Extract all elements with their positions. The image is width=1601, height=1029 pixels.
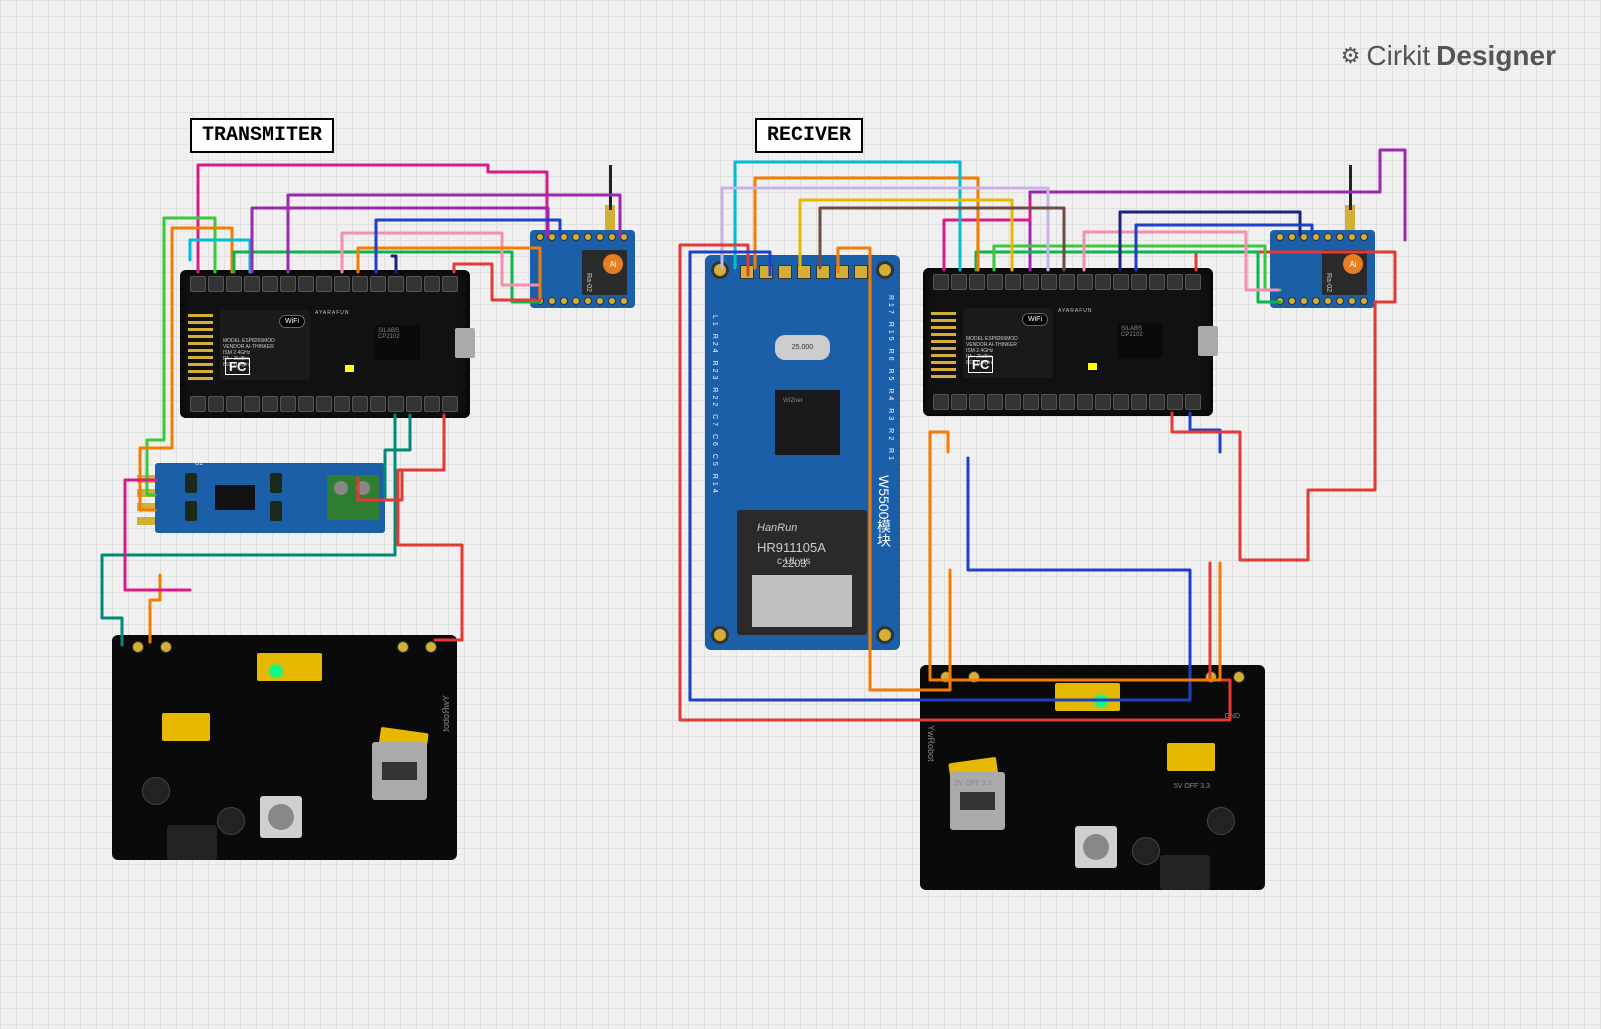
nodemcu-tx-pins-top[interactable] [190,276,458,292]
lora-chip-label: Ra-02 [585,273,592,292]
bbpsu-tx-header-right[interactable] [132,641,172,653]
component-w5500[interactable]: 25.000 WIZnet R17 R15 R6 R5 R4 R3 R2 R1 … [705,255,900,650]
component-bbpsu-tx[interactable]: YwRobot [112,635,457,860]
wifi-badge: WiFi [279,315,305,328]
power-led-icon [1095,695,1107,707]
brand-main-text: Cirkit [1366,40,1430,72]
bbpsu-dc-jack [1160,855,1210,890]
rs485-chip [215,485,255,510]
bbpsu-power-button[interactable] [1075,826,1117,868]
bbpsu-brand-text: YwRobot [441,695,451,732]
nodemcu-antenna-icon [188,310,213,380]
lora-tx-pins-bot[interactable] [536,297,628,305]
bbpsu-dc-jack [167,825,217,860]
w5500-pins-left-label: L1 R24 R23 R22 C7 C6 C5 R14 [711,315,718,496]
rj45-model: HR911105A [757,540,826,555]
lora-logo-icon: Ai [1343,254,1363,274]
bbpsu-usb-port [372,742,427,800]
w5500-chip: WIZnet [775,390,840,455]
label-transmitter: TRANSMITER [190,118,334,153]
nodemcu-antenna-icon [931,308,956,378]
nodemcu-tx-pins-bottom[interactable] [190,396,458,412]
rj45-brand: HanRun [757,522,797,534]
nodemcu-wifi-shield: WiFi MODEL ESP8266MODVENDOR AI-THINKERIS… [963,308,1053,378]
fcc-logo-icon: FC [225,358,250,375]
rj45-ul-mark: c UL us [777,556,811,567]
lora-chip: Ai Ra-02 [1322,250,1367,295]
bbpsu-jumper-2[interactable] [1167,743,1215,771]
component-nodemcu-tx[interactable]: WiFi MODEL ESP8266MODVENDOR AI-THINKERIS… [180,270,470,418]
w5500-crystal: 25.000 [775,335,830,360]
w5500-side-label: W5500模块 [874,475,894,547]
nodemcu-silabs-chip: SILABS CP2102 [375,325,420,360]
nodemcu-led-icon [1088,363,1097,370]
brand-sub-text: Designer [1436,40,1556,72]
nodemcu-silabs-chip: SILABS CP2102 [1118,323,1163,358]
fcc-logo-icon: FC [968,356,993,373]
rs485-left-pins[interactable] [137,475,155,525]
lora-antenna-icon [609,165,612,210]
lora-chip-label: Ra-02 [1325,273,1332,292]
component-rs485[interactable]: U1 [155,463,385,533]
bbpsu-jumper-3[interactable] [257,653,322,681]
bbpsu-tx-header-left[interactable] [397,641,437,653]
bbpsu-jumper-2[interactable] [162,713,210,741]
nodemcu-ayarafun-text: AYARAFUN [1058,308,1092,314]
nodemcu-usb-port [1198,326,1218,356]
nodemcu-ayarafun-text: AYARAFUN [315,310,349,316]
lora-tx-pins-top[interactable] [536,233,628,241]
app-brand: ⚙ Cirkit Designer [1341,40,1556,72]
label-receiver: RECIVER [755,118,863,153]
rs485-u1-label: U1 [195,461,203,467]
nodemcu-usb-port [455,328,475,358]
nodemcu-led-icon [345,365,354,372]
bbpsu-power-button[interactable] [260,796,302,838]
component-nodemcu-rx[interactable]: WiFi MODEL ESP8266MODVENDOR AI-THINKERIS… [923,268,1213,416]
bbpsu-rx-header-left[interactable] [940,671,980,683]
nodemcu-rx-pins-top[interactable] [933,274,1201,290]
w5500-rj45-jack[interactable]: HanRun HR911105A 2203 c UL us [737,510,867,635]
component-lora-rx[interactable]: Ai Ra-02 [1270,230,1375,308]
power-led-icon [270,665,282,677]
w5500-pins-right-label: R17 R15 R6 R5 R4 R3 R2 R1 [887,295,894,463]
component-lora-tx[interactable]: Ai Ra-02 [530,230,635,308]
bbpsu-rx-header-right[interactable] [1205,671,1245,683]
w5500-header-pins[interactable] [740,265,868,279]
lora-antenna-icon [1349,165,1352,210]
lora-chip: Ai Ra-02 [582,250,627,295]
nodemcu-rx-pins-bottom[interactable] [933,394,1201,410]
wifi-badge: WiFi [1022,313,1048,326]
bbpsu-brand-text: YwRobot [926,725,936,762]
lora-rx-pins-bot[interactable] [1276,297,1368,305]
component-bbpsu-rx[interactable]: YwRobot 5V OFF 3.3 5V OFF 3.3 GND [920,665,1265,890]
rj45-face [752,575,852,627]
lora-rx-pins-top[interactable] [1276,233,1368,241]
brand-icon: ⚙ [1341,43,1361,69]
nodemcu-wifi-shield: WiFi MODEL ESP8266MODVENDOR AI-THINKERIS… [220,310,310,380]
lora-logo-icon: Ai [603,254,623,274]
bbpsu-jumper-3[interactable] [1055,683,1120,711]
